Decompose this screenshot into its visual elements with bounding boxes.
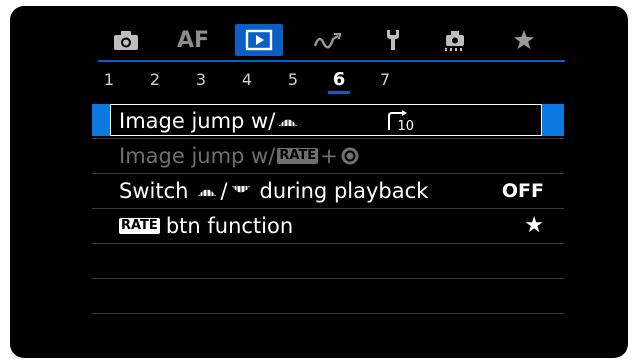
rate-btn-value: ★ <box>524 213 544 238</box>
page-6[interactable]: 6 <box>328 68 350 92</box>
page-1[interactable]: 1 <box>98 68 120 92</box>
main-dial-icon <box>279 118 298 126</box>
plus-sign: + <box>320 144 338 168</box>
btn-function-label: btn function <box>165 214 294 238</box>
menu-item-switch-dials[interactable]: Switch / during playback OFF <box>92 174 564 209</box>
sub-dial-icon <box>231 186 250 194</box>
menu-item-empty <box>92 244 564 279</box>
active-page-indicator <box>328 91 350 94</box>
custom-function-icon <box>445 31 464 51</box>
menu-item-label: Image jump w/ RATE + <box>119 139 362 173</box>
rate-badge: RATE <box>119 218 160 234</box>
camera-screen: AF 1 2 3 4 5 6 7 Image jump w/ 10 Image … <box>10 6 628 358</box>
tab-camera[interactable] <box>108 24 144 56</box>
switch-dials-value: OFF <box>501 180 544 202</box>
menu-item-empty <box>92 279 564 314</box>
menu-item-label: Switch / during playback <box>119 174 428 208</box>
menu-list: Image jump w/ 10 Image jump w/ RATE + Sw… <box>92 104 564 348</box>
page-4[interactable]: 4 <box>236 68 258 92</box>
menu-item-empty <box>92 314 564 348</box>
menu-item-image-jump-rate[interactable]: Image jump w/ RATE + <box>92 139 564 174</box>
menu-screen: AF 1 2 3 4 5 6 7 Image jump w/ 10 Image … <box>84 18 565 348</box>
tab-af[interactable]: AF <box>172 24 214 56</box>
page-2[interactable]: 2 <box>144 68 166 92</box>
tab-setup[interactable] <box>376 24 410 56</box>
playback-icon <box>245 29 273 51</box>
main-dial-icon <box>198 188 217 196</box>
page-5[interactable]: 5 <box>282 68 304 92</box>
menu-item-rate-btn-function[interactable]: RATE btn function ★ <box>92 209 564 244</box>
page-7[interactable]: 7 <box>374 68 396 92</box>
image-jump-rate-label: Image jump w/ <box>119 144 276 168</box>
quick-control-dial-icon <box>341 147 359 165</box>
star-icon <box>514 30 534 49</box>
selection-bar-right <box>542 104 564 136</box>
category-tabs: AF <box>94 24 564 58</box>
menu-item-label: RATE btn function <box>119 209 293 243</box>
frame: AF 1 2 3 4 5 6 7 Image jump w/ 10 Image … <box>0 0 638 362</box>
image-jump-label: Image jump w/ <box>119 109 276 133</box>
menu-item-label: Image jump w/ <box>119 104 301 138</box>
tab-af-label: AF <box>176 27 210 53</box>
camera-icon <box>114 31 138 50</box>
dial-separator: / <box>220 179 228 203</box>
tab-playback[interactable] <box>235 24 283 56</box>
rate-badge: RATE <box>277 148 319 164</box>
tab-custom[interactable] <box>437 24 473 56</box>
selection-bar-left <box>92 104 110 136</box>
wrench-icon <box>387 30 399 50</box>
menu-item-value: 10 <box>385 104 414 138</box>
tab-mymenu[interactable] <box>506 24 542 56</box>
tab-underline <box>98 60 565 62</box>
page-numbers: 1 2 3 4 5 6 7 <box>98 64 564 94</box>
switch-label: Switch <box>119 179 189 203</box>
during-playback-label: during playback <box>259 179 429 203</box>
menu-item-image-jump-dial[interactable]: Image jump w/ 10 <box>92 104 564 139</box>
wireless-icon <box>313 33 342 49</box>
tab-wireless[interactable] <box>308 24 348 56</box>
page-3[interactable]: 3 <box>190 68 212 92</box>
